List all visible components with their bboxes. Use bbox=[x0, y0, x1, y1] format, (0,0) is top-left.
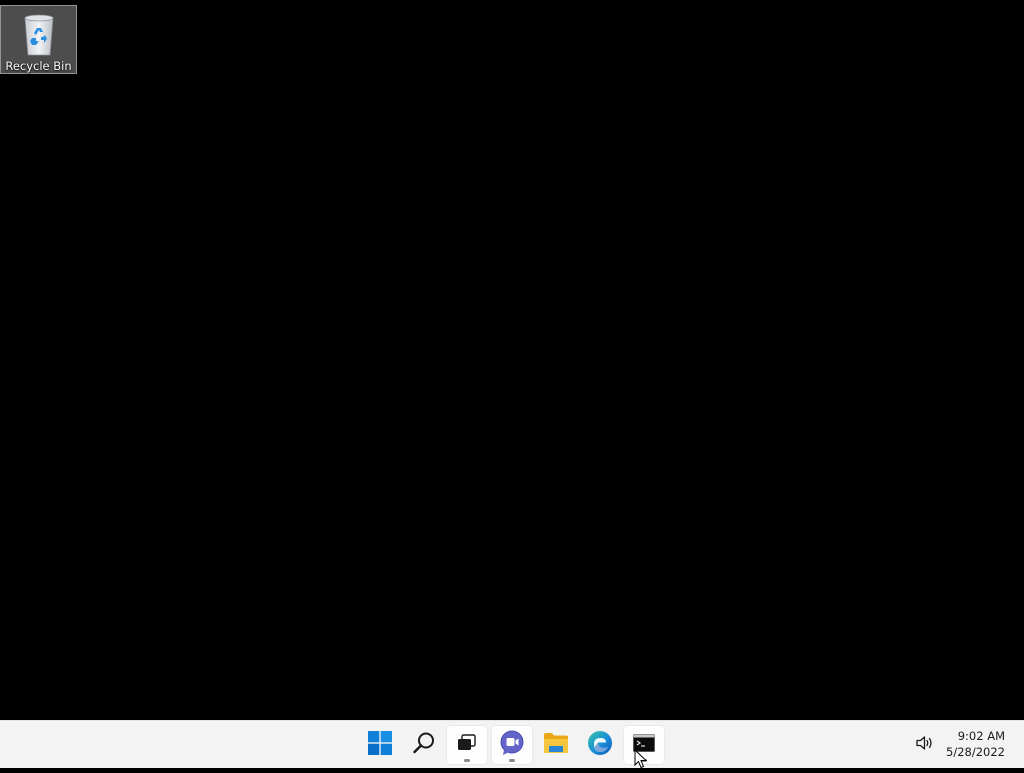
command-prompt-icon bbox=[633, 734, 655, 756]
edge-browser-icon bbox=[587, 730, 613, 760]
search-icon bbox=[412, 731, 436, 759]
desktop: Recycle Bin bbox=[0, 0, 1024, 720]
task-view-icon bbox=[456, 732, 478, 758]
volume-button[interactable] bbox=[914, 734, 936, 756]
recycle-bin-icon bbox=[19, 11, 59, 57]
volume-icon bbox=[915, 734, 935, 756]
windows-start-icon bbox=[368, 731, 392, 759]
clock-time: 9:02 AM bbox=[957, 729, 1005, 743]
taskbar: 9:02 AM 5/28/2022 bbox=[0, 720, 1024, 768]
clock[interactable]: 9:02 AM 5/28/2022 bbox=[946, 728, 1005, 760]
teams-chat-icon bbox=[499, 730, 525, 760]
folder-icon bbox=[543, 732, 569, 758]
chat-button[interactable] bbox=[492, 726, 532, 764]
command-prompt-button[interactable] bbox=[624, 726, 664, 764]
edge-button[interactable] bbox=[580, 726, 620, 764]
clock-date: 5/28/2022 bbox=[946, 745, 1005, 759]
recycle-bin-desktop-icon[interactable]: Recycle Bin bbox=[0, 5, 77, 74]
file-explorer-button[interactable] bbox=[536, 726, 576, 764]
start-button[interactable] bbox=[360, 726, 400, 764]
task-view-button[interactable] bbox=[447, 726, 487, 764]
desktop-icon-label: Recycle Bin bbox=[5, 59, 72, 73]
search-button[interactable] bbox=[404, 726, 444, 764]
